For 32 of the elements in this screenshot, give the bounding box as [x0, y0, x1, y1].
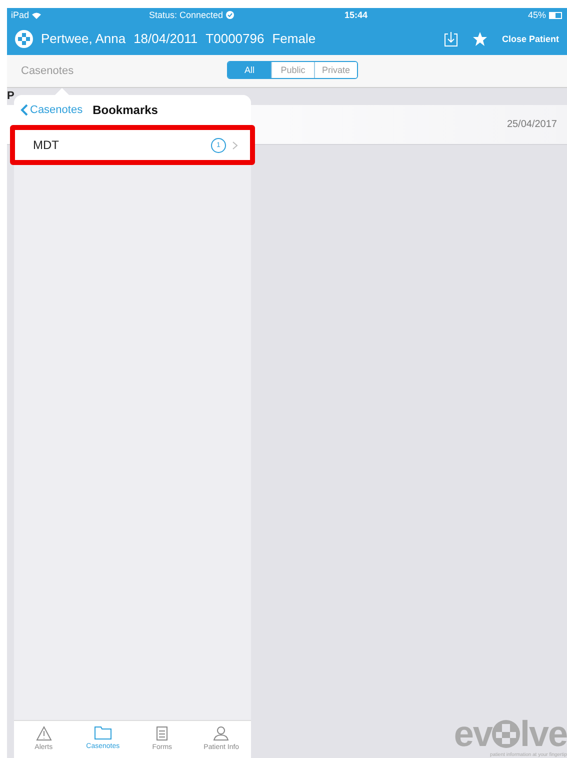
patient-sex: Female: [272, 31, 316, 46]
download-icon[interactable]: [444, 30, 458, 46]
wifi-icon: [32, 12, 42, 18]
star-icon[interactable]: [472, 30, 488, 46]
back-button[interactable]: Casenotes: [20, 104, 83, 116]
casenotes-title: Casenotes: [21, 65, 74, 77]
connection-status: Status: Connected: [149, 10, 224, 20]
clock: 15:44: [344, 10, 368, 20]
close-patient-button[interactable]: Close Patient: [502, 34, 559, 44]
logo-text: ev: [454, 716, 492, 752]
section-header: P: [7, 89, 14, 104]
warning-icon: [36, 726, 52, 741]
logo-text: lve: [520, 716, 567, 752]
filter-tab[interactable]: Public: [271, 62, 314, 78]
check-icon: [226, 11, 234, 19]
folder-icon: [94, 726, 112, 740]
chevron-right-icon: [232, 140, 238, 150]
patient-id: T0000796: [206, 31, 264, 46]
person-icon: [213, 726, 230, 741]
logo-icon: [15, 30, 33, 48]
logo-icon: [492, 720, 520, 748]
battery-percentage: 45%: [528, 10, 546, 20]
battery-icon: [549, 12, 563, 18]
document-icon: [156, 726, 168, 741]
device-label: iPad: [11, 10, 30, 20]
patient-name: Pertwee, Anna: [41, 31, 126, 46]
popover-title: Bookmarks: [92, 103, 158, 117]
filter-tab[interactable]: All: [228, 62, 271, 78]
chevron-left-icon: [20, 104, 28, 116]
note-date: 25/04/2017: [506, 119, 557, 130]
filter-tab[interactable]: Private: [314, 62, 357, 78]
patient-dob: 18/04/2011: [134, 31, 198, 46]
